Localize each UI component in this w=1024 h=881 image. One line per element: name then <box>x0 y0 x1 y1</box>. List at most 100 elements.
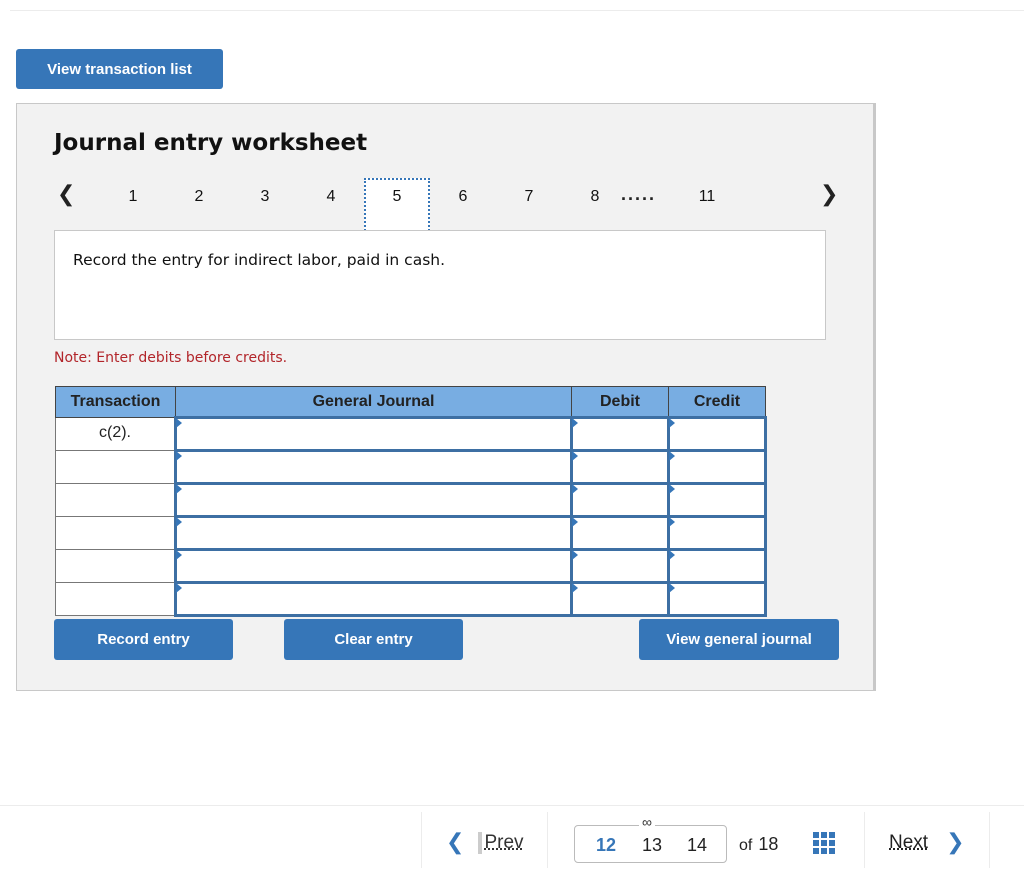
table-row: c(2). <box>55 416 767 452</box>
dropdown-marker-icon <box>572 451 578 461</box>
total-pages: 18 <box>758 834 779 854</box>
step-4[interactable]: 4 <box>316 188 346 206</box>
dropdown-marker-icon <box>176 517 182 527</box>
dropdown-marker-icon <box>669 550 675 560</box>
debit-input[interactable] <box>573 419 667 449</box>
account-input[interactable] <box>177 485 570 515</box>
step-1[interactable]: 1 <box>118 188 148 206</box>
debit-cell <box>570 515 670 551</box>
chevron-right-icon[interactable]: ❯ <box>820 182 838 207</box>
credit-cell <box>667 548 767 584</box>
table-row <box>55 581 767 617</box>
debit-input[interactable] <box>573 551 667 581</box>
transaction-label <box>56 517 174 523</box>
table-row <box>55 449 767 485</box>
chevron-left-icon: ❮ <box>446 830 465 855</box>
step-3[interactable]: 3 <box>250 188 280 206</box>
header-general-journal: General Journal <box>175 386 572 418</box>
account-input[interactable] <box>177 518 570 548</box>
account-input[interactable] <box>177 452 570 482</box>
credit-cell <box>667 416 767 452</box>
header-transaction: Transaction <box>55 386 176 418</box>
debit-cell <box>570 449 670 485</box>
dropdown-marker-icon <box>176 451 182 461</box>
step-8[interactable]: 8 <box>580 188 610 206</box>
step-11[interactable]: 11 <box>692 188 722 206</box>
step-6[interactable]: 6 <box>448 188 478 206</box>
credit-cell <box>667 581 767 617</box>
step-navigation: ❮ 1 2 3 4 5 6 7 8 ..... 11 ❯ <box>17 178 877 236</box>
credit-cell <box>667 449 767 485</box>
transaction-label <box>56 451 174 457</box>
footer-divider <box>0 805 1024 806</box>
transaction-cell <box>55 582 176 616</box>
debit-input[interactable] <box>573 452 667 482</box>
next-button[interactable]: Next ❯ <box>889 830 965 855</box>
header-debit: Debit <box>571 386 669 418</box>
account-input[interactable] <box>177 419 570 449</box>
chevron-right-icon: ❯ <box>946 830 965 855</box>
note-text: Note: Enter debits before credits. <box>54 350 288 366</box>
table-row <box>55 548 767 584</box>
dropdown-marker-icon <box>572 517 578 527</box>
step-2[interactable]: 2 <box>184 188 214 206</box>
debit-cell <box>570 548 670 584</box>
dropdown-marker-icon <box>572 418 578 428</box>
footer-separator <box>989 812 990 868</box>
prev-button[interactable]: ❮ Prev <box>446 830 524 855</box>
dropdown-marker-icon <box>669 484 675 494</box>
credit-input[interactable] <box>670 551 764 581</box>
dropdown-marker-icon <box>176 418 182 428</box>
of-label: of <box>739 837 753 854</box>
journal-table: Transaction General Journal Debit Credit… <box>55 386 767 617</box>
record-entry-button[interactable]: Record entry <box>54 619 233 660</box>
debit-input[interactable] <box>573 485 667 515</box>
transaction-cell: c(2). <box>55 417 176 451</box>
chevron-left-icon[interactable]: ❮ <box>57 182 75 207</box>
link-icon: ∞ <box>639 814 655 830</box>
credit-input[interactable] <box>670 452 764 482</box>
step-7[interactable]: 7 <box>514 188 544 206</box>
account-cell <box>174 548 573 584</box>
credit-input[interactable] <box>670 518 764 548</box>
dropdown-marker-icon <box>669 451 675 461</box>
account-input[interactable] <box>177 551 570 581</box>
transaction-label <box>56 583 174 589</box>
transaction-label <box>56 550 174 556</box>
transaction-cell <box>55 516 176 550</box>
footer-separator <box>421 812 422 868</box>
page-13[interactable]: 13 <box>642 835 662 856</box>
top-divider <box>10 10 1024 11</box>
debit-cell <box>570 581 670 617</box>
dropdown-marker-icon <box>669 583 675 593</box>
footer-separator <box>864 812 865 868</box>
transaction-cell <box>55 450 176 484</box>
selected-step-indicator <box>364 178 430 234</box>
transaction-cell <box>55 549 176 583</box>
step-5[interactable]: 5 <box>382 188 412 206</box>
dropdown-marker-icon <box>669 418 675 428</box>
credit-input[interactable] <box>670 485 764 515</box>
credit-cell <box>667 482 767 518</box>
debit-input[interactable] <box>573 518 667 548</box>
page-selector: ∞ 12 13 14 <box>574 814 727 863</box>
account-cell <box>174 515 573 551</box>
grid-icon[interactable] <box>813 832 835 854</box>
page-total: of 18 <box>739 834 778 855</box>
step-ellipsis: ..... <box>621 184 657 204</box>
dropdown-marker-icon <box>572 550 578 560</box>
debit-input[interactable] <box>573 584 667 614</box>
clear-entry-button[interactable]: Clear entry <box>284 619 463 660</box>
page-14[interactable]: 14 <box>687 835 707 856</box>
next-label: Next <box>889 831 929 853</box>
page-12[interactable]: 12 <box>596 835 616 856</box>
view-general-journal-button[interactable]: View general journal <box>639 619 839 660</box>
account-input[interactable] <box>177 584 570 614</box>
credit-input[interactable] <box>670 419 764 449</box>
credit-input[interactable] <box>670 584 764 614</box>
journal-entry-worksheet-panel: Journal entry worksheet ❮ 1 2 3 4 5 6 7 … <box>16 103 876 691</box>
account-cell <box>174 416 573 452</box>
view-transaction-list-button[interactable]: View transaction list <box>16 49 223 89</box>
transaction-cell <box>55 483 176 517</box>
dropdown-marker-icon <box>176 550 182 560</box>
